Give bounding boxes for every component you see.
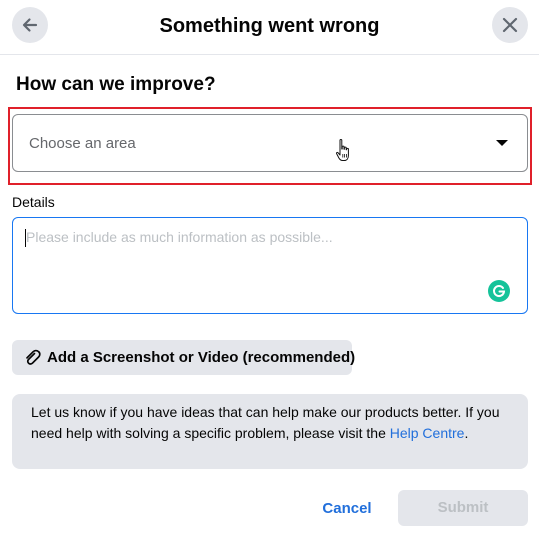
feedback-dialog: Something went wrong How can we improve?… <box>0 0 539 541</box>
close-icon <box>502 17 518 33</box>
details-label: Details <box>12 194 55 210</box>
dialog-title: Something went wrong <box>159 15 380 37</box>
add-screenshot-label: Add a Screenshot or Video (recommended) <box>47 349 356 366</box>
info-message: Let us know if you have ideas that can h… <box>12 394 528 469</box>
info-text-end: . <box>464 424 469 441</box>
paperclip-icon <box>24 349 42 367</box>
dialog-header: Something went wrong <box>0 0 539 55</box>
area-select-placeholder: Choose an area <box>29 135 136 152</box>
area-select[interactable]: Choose an area <box>12 114 528 172</box>
caret-down-icon <box>496 140 508 146</box>
submit-button[interactable]: Submit <box>398 490 528 526</box>
grammarly-icon[interactable] <box>488 280 510 302</box>
add-screenshot-button[interactable]: Add a Screenshot or Video (recommended) <box>12 340 356 375</box>
section-heading: How can we improve? <box>16 74 216 95</box>
text-caret <box>25 229 26 247</box>
details-placeholder: Please include as much information as po… <box>26 229 333 245</box>
details-textarea[interactable]: Please include as much information as po… <box>12 217 528 314</box>
hand-pointer-cursor-icon <box>335 138 349 161</box>
help-centre-link[interactable]: Help Centre <box>390 425 465 441</box>
arrow-left-icon <box>22 18 38 32</box>
back-button[interactable] <box>12 7 48 43</box>
cancel-button[interactable]: Cancel <box>318 491 376 527</box>
grammarly-g-icon <box>493 285 506 298</box>
close-button[interactable] <box>492 7 528 43</box>
